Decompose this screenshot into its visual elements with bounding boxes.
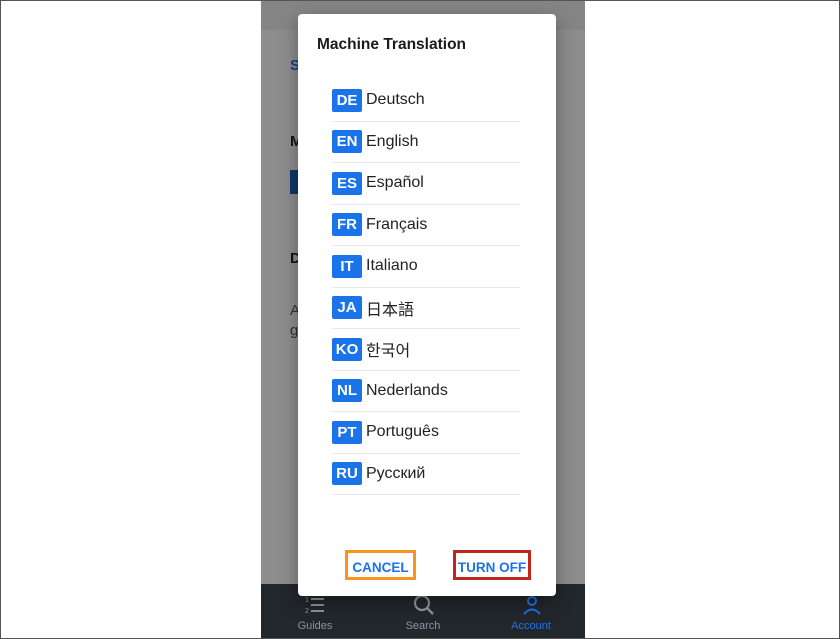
language-name: English	[366, 132, 419, 150]
language-option-ja[interactable]: JA 日本語	[332, 288, 520, 329]
language-option-fr[interactable]: FR Français	[332, 205, 520, 246]
language-name: Русский	[366, 464, 426, 482]
language-option-partial[interactable]	[332, 495, 520, 514]
dialog-actions: CANCEL TURN OFF	[298, 550, 556, 584]
language-option-es[interactable]: ES Español	[332, 163, 520, 205]
language-code-badge: RU	[332, 462, 362, 486]
language-name: Italiano	[366, 257, 418, 275]
language-name: 한국어	[366, 343, 411, 361]
search-icon	[413, 594, 434, 615]
language-code-badge: IT	[332, 254, 362, 278]
language-code-badge: KO	[332, 337, 362, 361]
language-option-en[interactable]: EN English	[332, 122, 520, 163]
language-option-pt[interactable]: PT Português	[332, 412, 520, 454]
nav-guides-label: Guides	[297, 620, 333, 632]
svg-text:1: 1	[305, 597, 309, 604]
cancel-button[interactable]: CANCEL	[345, 550, 416, 580]
language-option-ru[interactable]: RU Русский	[332, 454, 520, 495]
dialog-title: Machine Translation	[317, 36, 467, 53]
machine-translation-dialog: Machine Translation DE Deutsch EN Englis…	[298, 14, 556, 596]
language-option-ko[interactable]: KO 한국어	[332, 329, 520, 371]
language-name: Deutsch	[366, 91, 425, 109]
guides-list-icon: 1 2	[305, 597, 324, 615]
svg-text:2: 2	[305, 608, 309, 615]
language-name: 日本語	[366, 301, 415, 319]
language-name: Nederlands	[366, 381, 448, 399]
language-list[interactable]: DE Deutsch EN English ES Español FR Fran…	[332, 80, 520, 514]
language-option-it[interactable]: IT Italiano	[332, 246, 520, 288]
language-code-badge: NL	[332, 379, 362, 403]
language-code-badge: DE	[332, 88, 362, 112]
nav-account-label: Account	[511, 620, 551, 632]
language-code-badge: EN	[332, 130, 362, 154]
language-code-badge: ES	[332, 171, 362, 195]
account-icon	[523, 596, 541, 615]
nav-search-label: Search	[405, 620, 441, 632]
language-name: Español	[366, 174, 424, 192]
language-code-badge: JA	[332, 296, 362, 320]
language-option-nl[interactable]: NL Nederlands	[332, 371, 520, 412]
language-option-de[interactable]: DE Deutsch	[332, 80, 520, 122]
language-name: Português	[366, 423, 439, 441]
turn-off-button[interactable]: TURN OFF	[453, 550, 531, 580]
language-code-badge: FR	[332, 213, 362, 237]
language-code-badge: PT	[332, 420, 362, 444]
language-name: Français	[366, 215, 428, 233]
